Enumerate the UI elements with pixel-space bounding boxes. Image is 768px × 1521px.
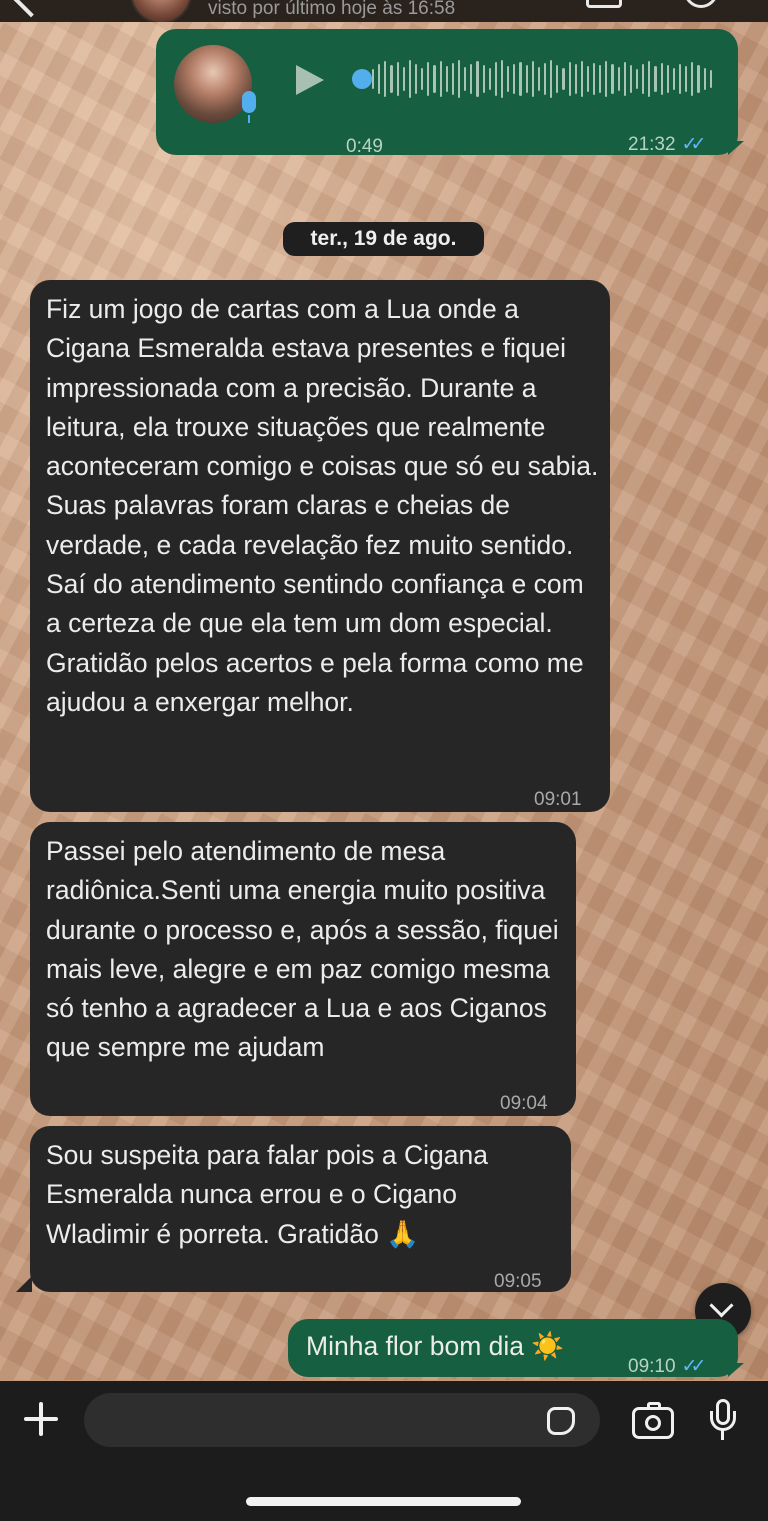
chat-header: visto por último hoje às 16:58 — [0, 0, 768, 22]
waveform-bar — [605, 61, 608, 97]
sticker-icon[interactable] — [547, 1407, 575, 1435]
message-text: Sou suspeita para falar pois a Cigana Es… — [46, 1140, 488, 1249]
waveform-bar — [439, 61, 442, 97]
message-composer — [0, 1381, 768, 1521]
message-time: 09:04 — [500, 1093, 548, 1114]
voice-duration: 0:49 — [346, 136, 383, 157]
waveform-bar — [623, 62, 626, 96]
date-separator: ter., 19 de ago. — [283, 222, 484, 256]
message-time: 09:01 — [534, 789, 582, 810]
waveform-bar — [457, 60, 461, 98]
incoming-message[interactable]: Fiz um jogo de cartas com a Lua onde a C… — [30, 280, 610, 812]
waveform-bar — [679, 64, 682, 94]
camera-icon[interactable] — [632, 1402, 674, 1439]
microphone-icon-stem — [721, 1430, 724, 1440]
waveform-bar — [531, 61, 534, 97]
message-time: 21:32 ✓✓ — [628, 125, 707, 164]
waveform-bar — [482, 65, 485, 93]
microphone-icon — [242, 91, 256, 123]
waveform-bar — [414, 64, 418, 94]
waveform-bar — [709, 70, 712, 88]
waveform-bar — [642, 64, 645, 94]
outgoing-message[interactable]: Minha flor bom dia ☀️ 09:10 ✓✓ — [288, 1319, 744, 1377]
back-chevron-icon[interactable] — [12, 0, 50, 18]
voice-message-bubble[interactable]: 0:49 21:32 ✓✓ — [156, 29, 744, 157]
waveform-bar — [580, 61, 583, 97]
waveform-bar — [556, 65, 559, 93]
waveform-bar — [685, 66, 688, 92]
contact-avatar[interactable] — [130, 0, 192, 22]
incoming-message[interactable]: Passei pelo atendimento de mesa radiônic… — [30, 822, 576, 1116]
playback-scrubber[interactable] — [352, 69, 372, 89]
waveform-bar — [654, 66, 657, 92]
message-text: Passei pelo atendimento de mesa radiônic… — [46, 836, 559, 1063]
plus-icon[interactable] — [24, 1402, 58, 1436]
home-indicator — [246, 1497, 521, 1506]
waveform-bar — [660, 63, 663, 95]
waveform-bar — [636, 69, 639, 89]
audio-waveform[interactable] — [372, 59, 712, 99]
waveform-bar — [593, 63, 596, 95]
waveform-bar — [525, 65, 528, 93]
waveform-bar — [445, 66, 448, 92]
waveform-bar — [703, 68, 706, 90]
waveform-bar — [599, 65, 602, 93]
waveform-bar — [648, 61, 651, 97]
waveform-bar — [513, 64, 516, 94]
video-call-icon[interactable] — [586, 0, 622, 8]
message-time: 09:05 — [494, 1271, 542, 1292]
waveform-bar — [543, 63, 547, 95]
waveform-bar — [500, 60, 504, 98]
bubble-tail — [728, 1363, 744, 1377]
waveform-bar — [488, 68, 491, 90]
waveform-bar — [629, 65, 633, 93]
waveform-bar — [402, 67, 405, 91]
waveform-bar — [390, 65, 393, 93]
microphone-button[interactable] — [708, 1399, 738, 1443]
waveform-bar — [494, 62, 497, 96]
waveform-bar — [427, 62, 430, 96]
message-input[interactable] — [84, 1393, 600, 1447]
waveform-bar — [611, 64, 614, 94]
waveform-bar — [476, 61, 479, 97]
bubble-tail — [16, 1276, 32, 1292]
waveform-bar — [372, 69, 375, 89]
message-text: Fiz um jogo de cartas com a Lua onde a C… — [46, 294, 599, 717]
waveform-bar — [378, 64, 381, 94]
waveform-bar — [586, 66, 590, 92]
waveform-bar — [574, 64, 577, 94]
waveform-bar — [470, 64, 473, 94]
waveform-bar — [384, 61, 387, 97]
read-receipt-icon: ✓✓ — [681, 134, 707, 155]
message-text: Minha flor bom dia ☀️ — [306, 1331, 565, 1361]
play-icon[interactable] — [296, 65, 324, 95]
waveform-bar — [568, 62, 571, 96]
waveform-bar — [421, 68, 424, 90]
bubble-tail — [728, 141, 744, 155]
incoming-message[interactable]: Sou suspeita para falar pois a Cigana Es… — [16, 1126, 571, 1292]
waveform-bar — [697, 65, 700, 93]
waveform-bar — [666, 65, 669, 93]
waveform-bar — [691, 62, 694, 96]
waveform-bar — [408, 60, 411, 98]
voice-call-icon[interactable] — [684, 0, 718, 8]
waveform-bar — [507, 66, 510, 92]
waveform-bar — [464, 67, 467, 91]
waveform-bar — [396, 62, 399, 96]
sender-avatar — [174, 45, 252, 123]
waveform-bar — [550, 60, 553, 98]
waveform-bar — [451, 63, 454, 95]
chevron-down-icon — [709, 1293, 734, 1318]
last-seen-status: visto por último hoje às 16:58 — [208, 0, 456, 19]
waveform-bar — [519, 62, 522, 96]
waveform-bar — [562, 68, 565, 90]
waveform-bar — [537, 67, 540, 91]
microphone-icon-base — [710, 1411, 736, 1431]
waveform-bar — [433, 65, 436, 93]
waveform-bar — [617, 67, 620, 91]
waveform-bar — [672, 68, 676, 90]
